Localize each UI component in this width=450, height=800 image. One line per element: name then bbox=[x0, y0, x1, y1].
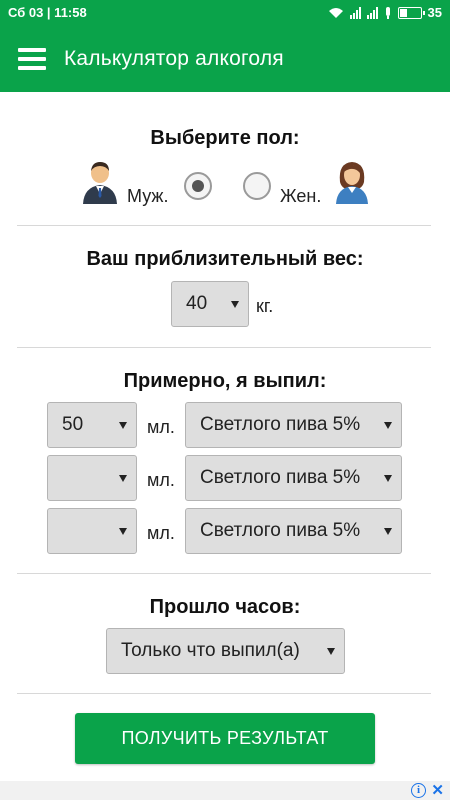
drink-type-select-2[interactable]: Светлого пива 5% bbox=[185, 455, 402, 501]
drink-type-select-1[interactable]: Светлого пива 5% bbox=[185, 402, 402, 448]
divider bbox=[17, 347, 431, 348]
drink-amount-value: 50 bbox=[62, 414, 84, 435]
female-label: Жен. bbox=[280, 186, 322, 206]
wifi-icon bbox=[328, 7, 343, 18]
female-radio[interactable] bbox=[243, 172, 271, 200]
weight-unit: кг. bbox=[256, 296, 274, 316]
dropdown-caret-icon bbox=[231, 300, 239, 308]
menu-button[interactable] bbox=[0, 25, 64, 92]
drink-type-select-3[interactable]: Светлого пива 5% bbox=[185, 508, 402, 554]
drink-amount-select-1[interactable]: 50 bbox=[47, 402, 137, 448]
hours-select[interactable]: Только что выпил(а) bbox=[106, 628, 345, 674]
ad-banner: i ✕ bbox=[0, 781, 450, 800]
signal-icon-2 bbox=[366, 6, 378, 19]
weight-value: 40 bbox=[186, 293, 208, 314]
alarm-icon bbox=[385, 6, 390, 19]
male-radio[interactable] bbox=[184, 172, 212, 200]
hours-title: Прошло часов: bbox=[149, 596, 301, 618]
drink-type-value: Светлого пива 5% bbox=[200, 467, 361, 488]
drink-unit: мл. bbox=[147, 523, 175, 543]
status-time: Сб 03 | 11:58 bbox=[8, 5, 87, 20]
hamburger-menu-icon bbox=[18, 47, 46, 70]
drinks-title: Примерно, я выпил: bbox=[123, 370, 327, 392]
drink-amount-select-2[interactable] bbox=[47, 455, 137, 501]
app-title: Калькулятор алкоголя bbox=[64, 46, 284, 70]
male-avatar-icon bbox=[83, 162, 117, 204]
gender-row: Муж. Жен. bbox=[0, 160, 450, 208]
battery-level: 35 bbox=[427, 5, 442, 20]
dropdown-caret-icon bbox=[327, 647, 335, 655]
weight-select[interactable]: 40 bbox=[171, 281, 249, 327]
dropdown-caret-icon bbox=[119, 421, 127, 429]
drink-unit: мл. bbox=[147, 470, 175, 490]
divider bbox=[17, 573, 431, 574]
status-icons: 35 bbox=[328, 5, 442, 20]
drink-type-value: Светлого пива 5% bbox=[200, 414, 361, 435]
ad-close-icon[interactable]: ✕ bbox=[431, 781, 444, 799]
divider bbox=[17, 693, 431, 694]
dropdown-caret-icon bbox=[384, 421, 392, 429]
dropdown-caret-icon bbox=[119, 474, 127, 482]
status-bar: Сб 03 | 11:58 35 bbox=[0, 0, 450, 25]
divider bbox=[17, 225, 431, 226]
gender-title: Выберите пол: bbox=[150, 127, 300, 149]
drink-unit: мл. bbox=[147, 417, 175, 437]
ad-info-icon[interactable]: i bbox=[411, 783, 426, 798]
signal-icon bbox=[349, 6, 361, 19]
dropdown-caret-icon bbox=[119, 527, 127, 535]
male-label: Муж. bbox=[127, 186, 169, 206]
weight-title: Ваш приблизительный вес: bbox=[86, 248, 364, 270]
get-result-button[interactable]: ПОЛУЧИТЬ РЕЗУЛЬТАТ bbox=[75, 713, 375, 764]
app-bar: Калькулятор алкоголя bbox=[0, 25, 450, 92]
dropdown-caret-icon bbox=[384, 474, 392, 482]
female-avatar-icon bbox=[336, 162, 368, 204]
dropdown-caret-icon bbox=[384, 527, 392, 535]
battery-icon bbox=[397, 6, 425, 19]
drink-amount-select-3[interactable] bbox=[47, 508, 137, 554]
drink-type-value: Светлого пива 5% bbox=[200, 520, 361, 541]
hours-value: Только что выпил(а) bbox=[121, 640, 300, 661]
